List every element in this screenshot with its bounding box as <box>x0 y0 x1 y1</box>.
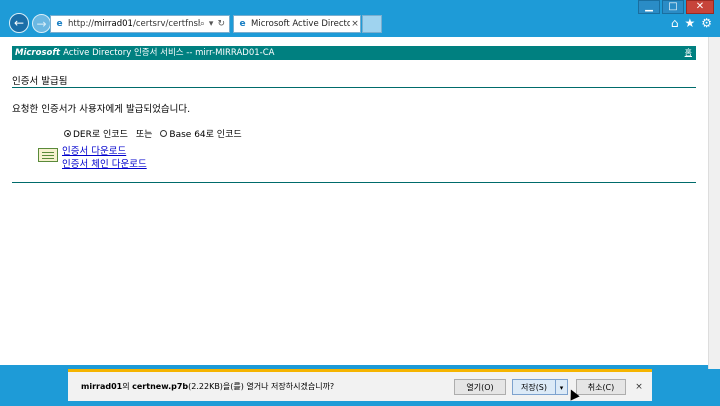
bottom-divider <box>12 182 696 183</box>
save-button[interactable]: 저장(S) <box>512 378 556 395</box>
settings-gear-icon[interactable]: ⚙ <box>701 16 712 30</box>
url-host: mirrad01 <box>94 19 133 29</box>
issued-message: 요청한 인증서가 사용자에게 발급되었습니다. <box>12 104 191 115</box>
home-link[interactable]: 홈 <box>685 46 692 60</box>
forward-arrow-icon: → <box>36 16 47 31</box>
base64-label: Base 64로 인코드 <box>169 130 242 140</box>
new-tab-button[interactable] <box>362 15 382 33</box>
address-tools: ⌕ ▾ ↻ <box>200 19 225 29</box>
header-title: Active Directory 인증서 서비스 -- mirr-MIRRAD0… <box>63 48 275 58</box>
address-bar[interactable]: e http://mirrad01/certsrv/certfnsh.asp ⌕… <box>50 15 230 33</box>
download-filename: certnew.p7b <box>132 382 189 391</box>
toolbar-right: ⌂ ★ ⚙ <box>671 16 712 30</box>
download-prompt: mirrad01의 certnew.p7b(2.22KB)을(를) 열거나 저장… <box>81 381 454 392</box>
open-button[interactable]: 열기(O) <box>454 378 506 395</box>
refresh-icon[interactable]: ↻ <box>217 19 225 29</box>
dropdown-icon[interactable]: ▾ <box>209 19 214 29</box>
page-title: 인증서 발급됨 <box>12 76 68 87</box>
ie-tab-icon: e <box>239 19 246 29</box>
tab-close-icon[interactable]: × <box>350 19 360 29</box>
tab-active[interactable]: e Microsoft Active Directory ... × <box>233 15 361 33</box>
vertical-scrollbar[interactable] <box>708 37 720 369</box>
back-arrow-icon: ← <box>13 16 25 30</box>
base64-radio[interactable] <box>160 130 168 137</box>
back-button[interactable]: ← <box>9 13 29 33</box>
search-icon[interactable]: ⌕ <box>200 19 205 29</box>
service-header: Microsoft Active Directory 인증서 서비스 -- mi… <box>12 46 696 60</box>
favorites-star-icon[interactable]: ★ <box>684 16 695 30</box>
header-brand: Microsoft <box>15 48 61 58</box>
ie-page-icon: e <box>56 18 63 29</box>
or-label: 또는 <box>135 130 153 140</box>
url-path: /certsrv/certfnsh.asp <box>132 19 200 29</box>
cancel-button[interactable]: 취소(C) <box>576 378 626 395</box>
home-icon[interactable]: ⌂ <box>671 16 679 30</box>
download-text-mid: 의 <box>122 382 133 391</box>
der-label: DER로 인코드 <box>73 130 128 140</box>
window-controls: ▁ □ ✕ <box>638 0 714 14</box>
page-content: Microsoft Active Directory 인증서 서비스 -- mi… <box>0 37 708 365</box>
title-divider <box>12 87 696 88</box>
close-window-button[interactable]: ✕ <box>686 0 714 14</box>
close-bar-icon[interactable]: × <box>634 382 644 392</box>
download-notification-bar: mirrad01의 certnew.p7b(2.22KB)을(를) 열거나 저장… <box>68 369 652 401</box>
tab-title: Microsoft Active Directory ... <box>251 19 350 29</box>
download-host: mirrad01 <box>81 382 123 391</box>
certificate-icon <box>38 148 58 162</box>
browser-window: ▁ □ ✕ ← → e http://mirrad01/certsrv/cert… <box>0 0 720 406</box>
download-certificate-link[interactable]: 인증서 다운로드 <box>62 143 126 157</box>
minimize-button[interactable]: ▁ <box>638 0 660 14</box>
download-chain-link[interactable]: 인증서 체인 다운로드 <box>62 156 147 170</box>
url-scheme: http:// <box>68 19 95 29</box>
der-radio[interactable] <box>64 130 71 137</box>
address-url[interactable]: http://mirrad01/certsrv/certfnsh.asp <box>68 19 200 29</box>
forward-button[interactable]: → <box>32 14 51 33</box>
download-text-tail: (2.22KB)을(를) 열거나 저장하시겠습니까? <box>188 382 335 391</box>
maximize-button[interactable]: □ <box>662 0 684 14</box>
encoding-options: DER로 인코드 또는 Base 64로 인코드 <box>64 127 242 140</box>
